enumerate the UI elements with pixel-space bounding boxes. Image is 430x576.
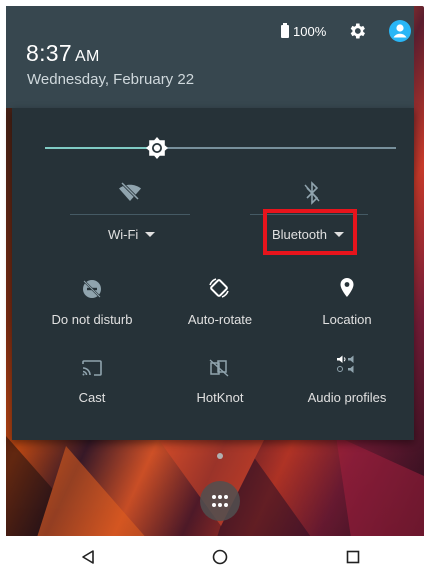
- location-icon[interactable]: [335, 276, 359, 300]
- clock: 8:37 AM: [26, 40, 100, 67]
- battery-icon: [281, 23, 289, 38]
- brightness-track[interactable]: [166, 147, 396, 149]
- audio-profiles-label[interactable]: Audio profiles: [277, 390, 417, 405]
- brightness-track-filled[interactable]: [45, 147, 149, 149]
- account-icon[interactable]: [388, 19, 412, 43]
- clock-ampm: AM: [74, 48, 100, 65]
- brightness-thumb-icon[interactable]: [145, 136, 169, 160]
- audio-profiles-icon[interactable]: [335, 353, 359, 377]
- wifi-tile-label[interactable]: Wi-Fi: [108, 227, 156, 242]
- battery-percent: 100%: [293, 24, 327, 39]
- date-label: Wednesday, February 22: [27, 71, 195, 88]
- hotknot-label[interactable]: HotKnot: [150, 390, 290, 405]
- wifi-off-icon[interactable]: [118, 180, 142, 204]
- wifi-divider: [70, 214, 190, 215]
- page-indicator-dot: [217, 453, 223, 459]
- auto-rotate-icon[interactable]: [207, 276, 231, 300]
- back-icon[interactable]: [80, 549, 96, 565]
- navigation-bar: [6, 536, 424, 576]
- recents-icon[interactable]: [346, 550, 360, 564]
- cast-label[interactable]: Cast: [22, 390, 162, 405]
- app-drawer-icon: [212, 495, 228, 507]
- do-not-disturb-label[interactable]: Do not disturb: [22, 312, 162, 327]
- app-drawer-button[interactable]: [200, 481, 240, 521]
- location-label[interactable]: Location: [277, 312, 417, 327]
- battery-status: 100%: [281, 23, 327, 39]
- do-not-disturb-icon[interactable]: [80, 277, 104, 301]
- wifi-dropdown-caret-icon[interactable]: [145, 232, 156, 237]
- hotknot-icon[interactable]: [207, 356, 231, 380]
- wifi-label: Wi-Fi: [108, 227, 139, 242]
- cast-icon[interactable]: [80, 356, 104, 380]
- clock-time: 8:37: [26, 40, 72, 66]
- bluetooth-off-icon[interactable]: [300, 181, 324, 205]
- home-icon[interactable]: [212, 549, 228, 565]
- bluetooth-highlight-box: [263, 209, 357, 255]
- auto-rotate-label[interactable]: Auto-rotate: [150, 312, 290, 327]
- settings-gear-icon[interactable]: [347, 21, 367, 41]
